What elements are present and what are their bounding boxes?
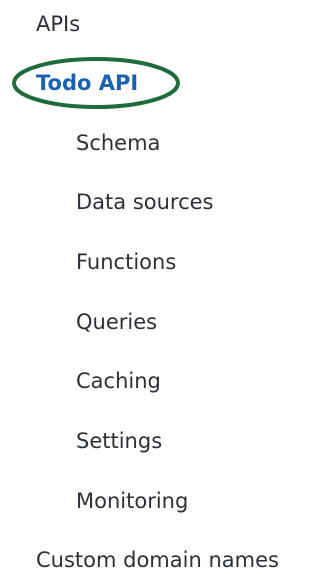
nav-item-functions[interactable]: Functions xyxy=(76,249,176,275)
nav-item-queries[interactable]: Queries xyxy=(76,309,157,335)
sidebar-navigation: APIs Todo API Schema Data sources Functi… xyxy=(0,0,329,574)
nav-item-caching[interactable]: Caching xyxy=(76,368,161,394)
nav-item-todo-api[interactable]: Todo API xyxy=(36,70,138,96)
nav-item-schema[interactable]: Schema xyxy=(76,130,160,156)
nav-item-data-sources[interactable]: Data sources xyxy=(76,189,214,215)
nav-item-custom-domain-names[interactable]: Custom domain names xyxy=(36,547,279,573)
nav-item-monitoring[interactable]: Monitoring xyxy=(76,488,188,514)
nav-item-settings[interactable]: Settings xyxy=(76,428,162,454)
nav-item-apis[interactable]: APIs xyxy=(36,11,80,37)
